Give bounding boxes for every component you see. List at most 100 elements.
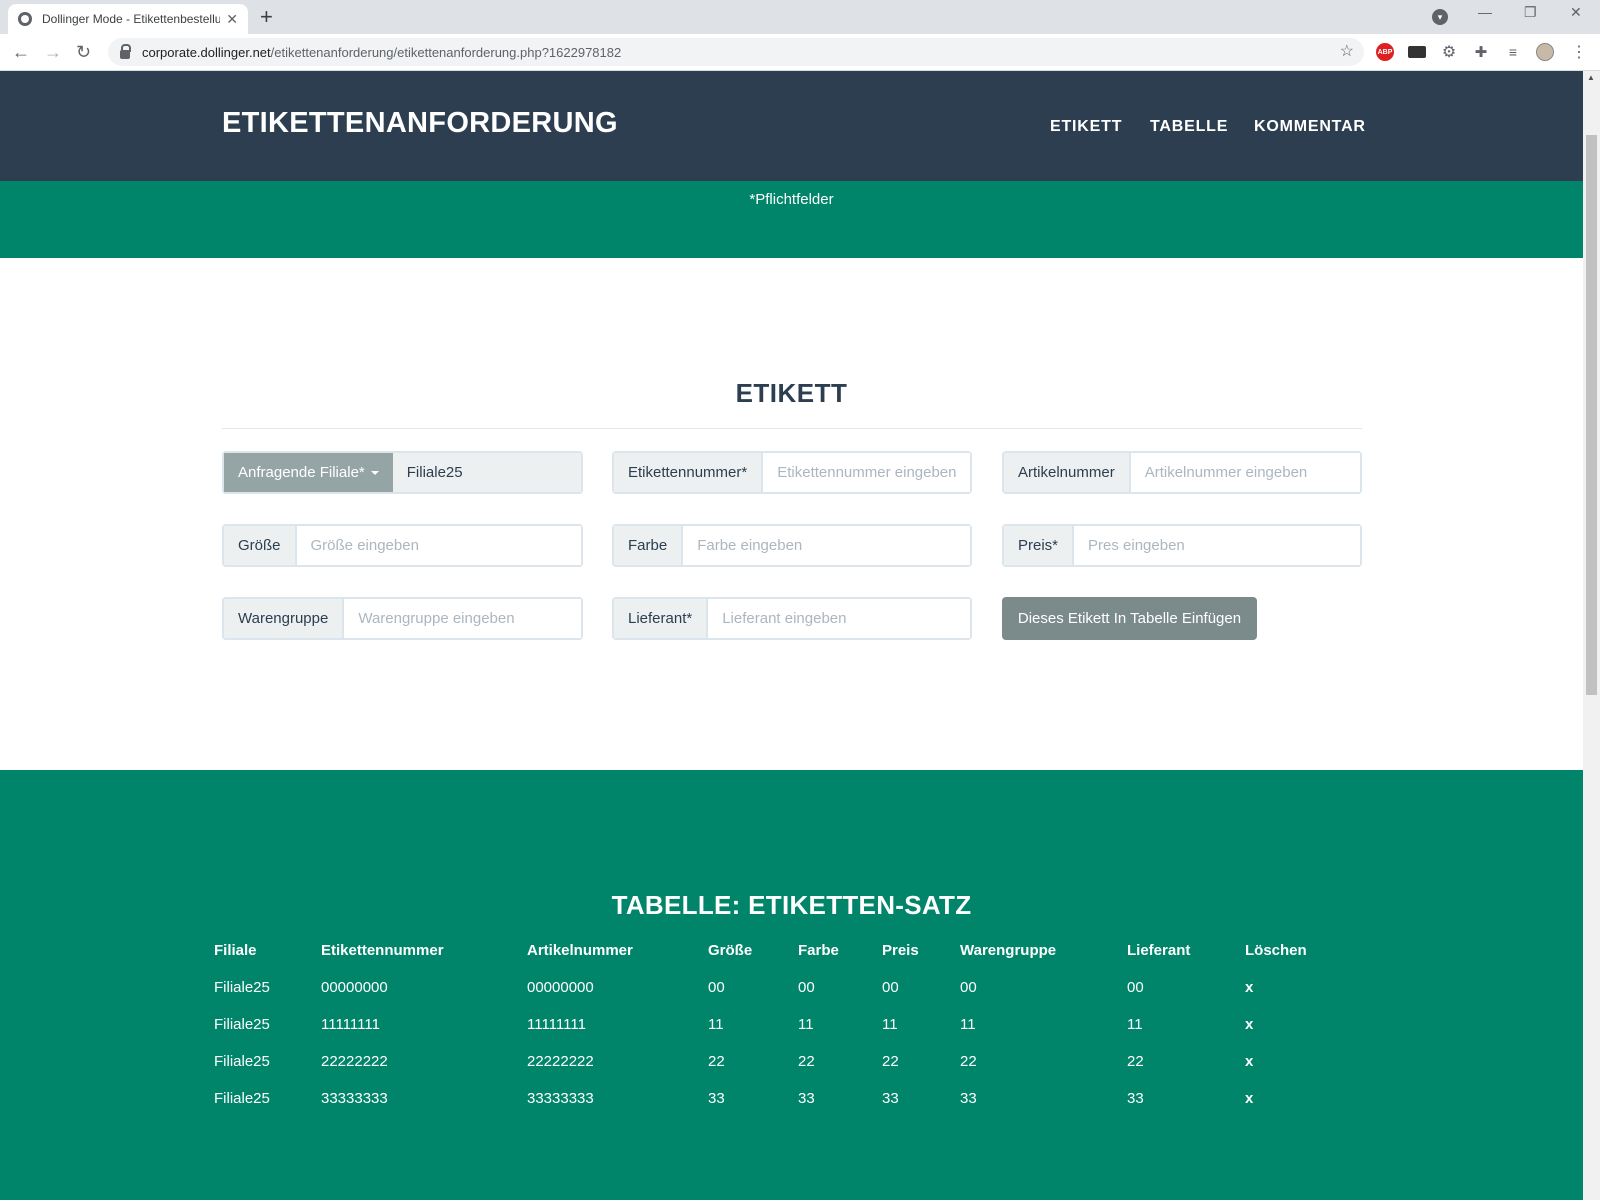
restore-icon[interactable]: ❐ bbox=[1524, 4, 1537, 21]
table-cell: 00000000 bbox=[321, 979, 388, 996]
filiale-field[interactable] bbox=[392, 453, 581, 492]
browser-tab[interactable]: Dollinger Mode - Etikettenbestellung ✕ bbox=[8, 4, 248, 34]
farbe-label: Farbe bbox=[614, 526, 684, 565]
column-header: Filiale bbox=[214, 942, 257, 959]
nav-kommentar[interactable]: KOMMENTAR bbox=[1254, 118, 1366, 136]
table-cell: 00 bbox=[882, 979, 899, 996]
table-cell: 33 bbox=[708, 1090, 725, 1107]
table-cell: 00 bbox=[1127, 979, 1144, 996]
table-cell: 33333333 bbox=[527, 1090, 594, 1107]
profile-avatar[interactable] bbox=[1536, 43, 1554, 61]
table-row: Filiale25 11111111 11111111 11 11 11 11 11 x bbox=[214, 1006, 1374, 1043]
warengruppe-label: Warengruppe bbox=[224, 599, 345, 638]
preis-group: Preis* bbox=[1002, 524, 1362, 567]
table-cell: 22 bbox=[882, 1053, 899, 1070]
table-row: Filiale25 33333333 33333333 33 33 33 33 33 x bbox=[214, 1080, 1374, 1117]
caret-down-icon bbox=[370, 470, 379, 475]
terminal-extension-icon[interactable] bbox=[1408, 46, 1426, 58]
delete-row-button[interactable]: x bbox=[1245, 1053, 1253, 1070]
page: ETIKETTENANFORDERUNG ETIKETT TABELLE KOM… bbox=[0, 71, 1583, 1200]
filiale-group: Anfragende Filiale* bbox=[222, 451, 583, 494]
table-section: TABELLE: ETIKETTEN-SATZ Filiale Etiketten… bbox=[0, 770, 1583, 1200]
warengruppe-input[interactable] bbox=[344, 599, 581, 638]
browser-tabstrip: Dollinger Mode - Etikettenbestellung ✕ +… bbox=[0, 0, 1600, 34]
divider bbox=[222, 428, 1362, 429]
browser-toolbar: ← → ↻ corporate.dollinger.net/etikettena… bbox=[0, 34, 1600, 71]
menu-kebab-icon[interactable]: ⋮ bbox=[1570, 43, 1588, 61]
table-cell: 00 bbox=[960, 979, 977, 996]
groesse-input[interactable] bbox=[296, 526, 581, 565]
table-header-row: Filiale Etikettennummer Artikelnummer Größe… bbox=[214, 932, 1374, 969]
etikettennummer-group: Etikettennummer* bbox=[612, 451, 972, 494]
adblock-icon[interactable]: ABP bbox=[1376, 43, 1394, 61]
filiale-dropdown-button[interactable]: Anfragende Filiale* bbox=[224, 453, 393, 492]
column-header: Warengruppe bbox=[960, 942, 1057, 959]
forward-icon[interactable]: → bbox=[44, 40, 62, 64]
site-brand[interactable]: ETIKETTENANFORDERUNG bbox=[222, 107, 618, 140]
url-text: corporate.dollinger.net/etikettenanforde… bbox=[142, 44, 622, 60]
table-cell: 11111111 bbox=[321, 1016, 380, 1033]
insert-label-button[interactable]: Dieses Etikett In Tabelle Einfügen bbox=[1002, 597, 1257, 640]
lieferant-group: Lieferant* bbox=[612, 597, 972, 640]
table-cell: 33 bbox=[798, 1090, 815, 1107]
gear-extension-icon[interactable]: ⚙ bbox=[1440, 43, 1458, 61]
artikelnummer-input[interactable] bbox=[1130, 453, 1360, 492]
new-tab-icon[interactable]: + bbox=[260, 4, 273, 30]
preis-label: Preis* bbox=[1004, 526, 1075, 565]
table-cell: Filiale25 bbox=[214, 979, 270, 996]
address-bar[interactable]: corporate.dollinger.net/etikettenanforde… bbox=[108, 38, 1364, 66]
scrollbar[interactable]: ▲ bbox=[1583, 71, 1600, 1200]
puzzle-icon[interactable]: ✚ bbox=[1472, 43, 1490, 61]
nav-tabelle[interactable]: TABELLE bbox=[1150, 118, 1228, 136]
tab-search-icon[interactable]: ▾ bbox=[1432, 9, 1448, 25]
table-cell: 11111111 bbox=[527, 1016, 586, 1033]
window-close-icon[interactable]: ✕ bbox=[1570, 4, 1582, 21]
globe-icon bbox=[18, 12, 32, 26]
table-cell: Filiale25 bbox=[214, 1090, 270, 1107]
table-cell: 00 bbox=[708, 979, 725, 996]
reload-icon[interactable]: ↻ bbox=[76, 40, 91, 64]
table-cell: Filiale25 bbox=[214, 1016, 270, 1033]
table-cell: 33 bbox=[1127, 1090, 1144, 1107]
minimize-icon[interactable]: — bbox=[1478, 4, 1492, 20]
table-row: Filiale25 22222222 22222222 22 22 22 22 22 x bbox=[214, 1043, 1374, 1080]
bookmark-star-icon[interactable]: ☆ bbox=[1340, 41, 1354, 61]
table-cell: 00000000 bbox=[527, 979, 594, 996]
groesse-label: Größe bbox=[224, 526, 297, 565]
preis-input[interactable] bbox=[1074, 526, 1360, 565]
etikettennummer-input[interactable] bbox=[763, 453, 970, 492]
nav-etikett[interactable]: ETIKETT bbox=[1050, 118, 1122, 136]
column-header: Artikelnummer bbox=[527, 942, 633, 959]
table-cell: 33 bbox=[882, 1090, 899, 1107]
lieferant-input[interactable] bbox=[708, 599, 970, 638]
required-fields-note: *Pflichtfelder bbox=[749, 191, 834, 208]
groesse-group: Größe bbox=[222, 524, 583, 567]
farbe-input[interactable] bbox=[683, 526, 970, 565]
column-header: Größe bbox=[708, 942, 753, 959]
scrollbar-thumb[interactable] bbox=[1586, 135, 1597, 695]
scroll-up-icon[interactable]: ▲ bbox=[1587, 73, 1595, 82]
farbe-group: Farbe bbox=[612, 524, 972, 567]
site-header: ETIKETTENANFORDERUNG ETIKETT TABELLE KOM… bbox=[0, 71, 1583, 181]
back-icon[interactable]: ← bbox=[12, 40, 30, 64]
column-header: Etikettennummer bbox=[321, 942, 444, 959]
tab-title: Dollinger Mode - Etikettenbestellung bbox=[42, 12, 221, 26]
delete-row-button[interactable]: x bbox=[1245, 979, 1253, 996]
column-header: Preis bbox=[882, 942, 919, 959]
delete-row-button[interactable]: x bbox=[1245, 1016, 1253, 1033]
artikelnummer-label: Artikelnummer bbox=[1004, 453, 1131, 492]
table-cell: 22 bbox=[1127, 1053, 1144, 1070]
close-icon[interactable]: ✕ bbox=[226, 11, 238, 28]
table-cell: 11 bbox=[1127, 1016, 1143, 1033]
table-cell: 22 bbox=[708, 1053, 725, 1070]
table-cell: 11 bbox=[882, 1016, 898, 1033]
table-cell: 33 bbox=[960, 1090, 977, 1107]
delete-row-button[interactable]: x bbox=[1245, 1090, 1253, 1107]
table-cell: 22222222 bbox=[527, 1053, 594, 1070]
lock-icon bbox=[120, 43, 131, 59]
media-queue-icon[interactable]: ≡ bbox=[1504, 43, 1522, 61]
table-cell: 22222222 bbox=[321, 1053, 388, 1070]
column-header: Löschen bbox=[1245, 942, 1307, 959]
table-cell: Filiale25 bbox=[214, 1053, 270, 1070]
lieferant-label: Lieferant* bbox=[614, 599, 709, 638]
